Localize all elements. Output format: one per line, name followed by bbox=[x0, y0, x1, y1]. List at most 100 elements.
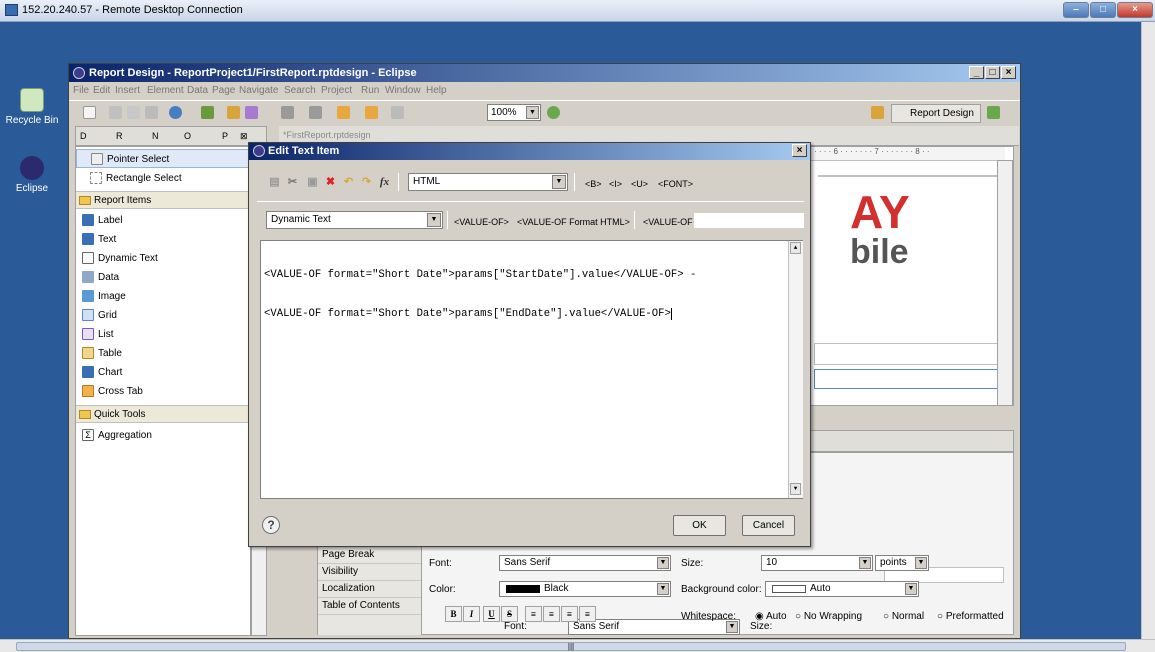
bold-tag-button[interactable]: <B> bbox=[585, 179, 602, 189]
desktop-icon-recycle-bin[interactable]: Recycle Bin bbox=[4, 88, 60, 126]
category-localization[interactable]: Localization bbox=[318, 581, 421, 598]
edit-icon[interactable] bbox=[281, 106, 294, 119]
tab-data-explorer[interactable]: D bbox=[80, 131, 87, 141]
menu-file[interactable]: File bbox=[73, 85, 89, 96]
back-icon[interactable] bbox=[337, 106, 350, 119]
arrow-right-icon[interactable] bbox=[391, 106, 404, 119]
menu-help[interactable]: Help bbox=[426, 85, 447, 96]
tab-first-report[interactable]: *FirstReport.rptdesign bbox=[283, 130, 371, 140]
logo-image[interactable]: AY bbox=[850, 189, 910, 235]
underline-button[interactable]: U bbox=[483, 606, 500, 622]
ok-button[interactable]: OK bbox=[673, 515, 726, 536]
tab-outline[interactable]: O bbox=[184, 131, 191, 141]
maximize-button[interactable]: □ bbox=[1090, 2, 1116, 18]
help-icon[interactable]: ? bbox=[262, 516, 280, 534]
tab-palette[interactable]: P bbox=[222, 131, 228, 141]
menu-edit[interactable]: Edit bbox=[93, 85, 110, 96]
palette-pointer-select[interactable]: Pointer Select bbox=[76, 149, 250, 168]
tab-resource-explorer[interactable]: R bbox=[116, 131, 123, 141]
save-icon[interactable] bbox=[109, 106, 122, 119]
align-left-icon[interactable]: ≡ bbox=[525, 606, 542, 622]
bold-button[interactable]: B bbox=[445, 606, 462, 622]
menu-run[interactable]: Run bbox=[361, 85, 379, 96]
value-of-overflow-field[interactable] bbox=[694, 213, 804, 228]
text-editor[interactable]: <VALUE-OF format="Short Date">params["St… bbox=[260, 240, 803, 499]
palette-item-aggregation[interactable]: Σ Aggregation bbox=[76, 426, 250, 445]
align-center-icon[interactable]: ≡ bbox=[543, 606, 560, 622]
background-color-select[interactable]: Auto ▼ bbox=[765, 581, 919, 597]
italic-tag-button[interactable]: <I> bbox=[609, 179, 622, 189]
palette-item-dynamic-text[interactable]: Dynamic Text bbox=[76, 249, 250, 268]
globe-icon[interactable] bbox=[547, 106, 560, 119]
preview-icon[interactable] bbox=[169, 106, 182, 119]
menu-element[interactable]: Element bbox=[147, 85, 184, 96]
report-canvas[interactable]: · · · · 6 · · · · · · · 7 · · · · · · · … bbox=[809, 146, 1014, 406]
cut-icon[interactable]: ✂ bbox=[286, 175, 299, 189]
editor-scrollbar[interactable]: ▲ ▼ bbox=[788, 241, 803, 498]
delete-icon[interactable]: ✖ bbox=[324, 175, 337, 189]
menu-page[interactable]: Page bbox=[212, 85, 235, 96]
size-unit-select[interactable]: points ▼ bbox=[875, 555, 929, 571]
size-input[interactable]: 10 ▼ bbox=[761, 555, 873, 571]
open-folder-icon[interactable] bbox=[227, 106, 240, 119]
perspective-report-design[interactable]: Report Design bbox=[891, 104, 981, 123]
category-visibility[interactable]: Visibility bbox=[318, 564, 421, 581]
perspective-icon[interactable] bbox=[987, 106, 1000, 119]
menu-insert[interactable]: Insert bbox=[115, 85, 140, 96]
save-all-icon[interactable] bbox=[127, 106, 140, 119]
palette-rectangle-select[interactable]: Rectangle Select bbox=[76, 169, 250, 188]
report-row-selected[interactable] bbox=[814, 369, 998, 389]
rdp-horizontal-scrollbar[interactable]: ||| bbox=[0, 639, 1155, 652]
close-icon[interactable]: ⊠ bbox=[240, 131, 248, 142]
copy-icon[interactable]: ▤ bbox=[268, 175, 281, 189]
new-icon[interactable] bbox=[83, 106, 96, 119]
dynamic-text-select[interactable]: Dynamic Text ▼ bbox=[266, 211, 443, 229]
minimize-button[interactable]: _ bbox=[969, 66, 984, 79]
undo-icon[interactable]: ↶ bbox=[342, 175, 355, 189]
value-of-format-html-button[interactable]: <VALUE-OF Format HTML> bbox=[517, 217, 630, 227]
palette-item-image[interactable]: Image bbox=[76, 287, 250, 306]
value-of-button[interactable]: <VALUE-OF> bbox=[454, 217, 509, 227]
chevron-up-icon[interactable]: ▲ bbox=[790, 242, 801, 254]
category-page-break[interactable]: Page Break bbox=[318, 547, 421, 564]
menu-data[interactable]: Data bbox=[187, 85, 208, 96]
strikethrough-button[interactable]: S bbox=[501, 606, 518, 622]
whitespace-preformatted[interactable]: ○ Preformatted bbox=[937, 611, 1004, 622]
minimize-button[interactable]: – bbox=[1063, 2, 1089, 18]
editor-scrollbar[interactable] bbox=[997, 160, 1013, 406]
underline-tag-button[interactable]: <U> bbox=[631, 179, 648, 189]
chevron-down-icon[interactable]: ▼ bbox=[790, 483, 801, 495]
open-perspective-icon[interactable] bbox=[871, 106, 884, 119]
forward-icon[interactable] bbox=[365, 106, 378, 119]
menu-window[interactable]: Window bbox=[385, 85, 421, 96]
category-table-of-contents[interactable]: Table of Contents bbox=[318, 598, 421, 615]
italic-button[interactable]: I bbox=[463, 606, 480, 622]
palette-item-table[interactable]: Table bbox=[76, 344, 250, 363]
value-of-tag-button[interactable]: <VALUE-OF bbox=[643, 217, 693, 227]
report-row[interactable] bbox=[814, 343, 998, 365]
palette-item-label[interactable]: Label bbox=[76, 211, 250, 230]
scroll-thumb[interactable]: ||| bbox=[16, 642, 1126, 651]
palette-item-grid[interactable]: Grid bbox=[76, 306, 250, 325]
tab-navigator[interactable]: N bbox=[152, 131, 159, 141]
print-icon[interactable] bbox=[145, 106, 158, 119]
rdp-vertical-scrollbar[interactable] bbox=[1141, 22, 1155, 639]
palette-item-chart[interactable]: Chart bbox=[76, 363, 250, 382]
content-type-select[interactable]: HTML ▼ bbox=[408, 173, 568, 191]
palette-item-text[interactable]: Text bbox=[76, 230, 250, 249]
desktop-icon-eclipse[interactable]: Eclipse bbox=[4, 156, 60, 194]
zoom-select[interactable]: 100% ▼ bbox=[487, 104, 541, 121]
close-button[interactable]: × bbox=[1001, 66, 1016, 79]
palette-item-data[interactable]: Data bbox=[76, 268, 250, 287]
color-select[interactable]: Black ▼ bbox=[499, 581, 671, 597]
whitespace-no-wrapping[interactable]: ○ No Wrapping bbox=[795, 611, 862, 622]
annotation-icon[interactable] bbox=[309, 106, 322, 119]
font-tag-button[interactable]: <FONT> bbox=[658, 179, 693, 189]
menu-project[interactable]: Project bbox=[321, 85, 352, 96]
whitespace-auto[interactable]: ◉ Auto bbox=[755, 611, 787, 622]
close-button[interactable]: × bbox=[1117, 2, 1153, 18]
expression-builder-icon[interactable]: fx bbox=[378, 175, 391, 189]
close-button[interactable]: × bbox=[792, 144, 807, 157]
whitespace-normal[interactable]: ○ Normal bbox=[883, 611, 924, 622]
font-select[interactable]: Sans Serif ▼ bbox=[499, 555, 671, 571]
